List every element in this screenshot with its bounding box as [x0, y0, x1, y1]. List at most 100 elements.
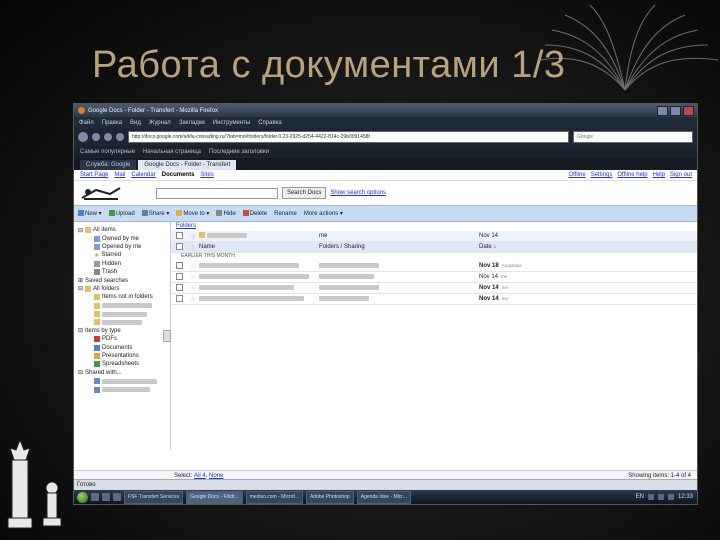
taskbar-button[interactable]: Agenda Idee - Micr...	[356, 490, 411, 504]
link-offline-help[interactable]: Offline help	[617, 172, 647, 178]
quicklaunch-icon[interactable]	[102, 493, 110, 501]
maximize-button[interactable]	[670, 105, 681, 116]
select-all-link[interactable]: All 4	[194, 473, 206, 479]
quicklaunch-icon[interactable]	[113, 493, 121, 501]
select-none-link[interactable]: None	[209, 473, 223, 479]
minimize-button[interactable]	[657, 105, 668, 116]
sidebar-item-shared-with[interactable]: ⊟ Shared with...	[74, 369, 170, 377]
docs-search-input[interactable]	[156, 187, 278, 199]
tab-google-docs[interactable]: Google Docs - Folder - Transfert	[138, 160, 237, 170]
row-checkbox[interactable]	[175, 261, 183, 269]
tray-icon[interactable]	[647, 494, 654, 500]
menu-view[interactable]: Вид	[130, 120, 141, 126]
star-icon[interactable]: ☆	[187, 263, 199, 270]
breadcrumb[interactable]: Folders	[171, 222, 697, 231]
home-button[interactable]	[116, 133, 124, 141]
browser-search-input[interactable]: Google	[573, 131, 693, 143]
sidebar-item-items-not-in-folders[interactable]: Items not in folders	[74, 293, 170, 301]
file-editor: Anastasia	[501, 263, 522, 268]
menu-help[interactable]: Справка	[258, 120, 282, 126]
sidebar-item-starred[interactable]: ★ Starred	[74, 251, 170, 259]
back-button[interactable]	[78, 132, 88, 142]
folder-row[interactable]: ☆ me Nov 14	[171, 231, 697, 242]
sidebar-item-pdfs[interactable]: PDFs	[74, 335, 170, 343]
link-calendar[interactable]: Calendar	[131, 172, 155, 178]
search-docs-button[interactable]: Search Docs	[282, 187, 327, 199]
volume-icon[interactable]	[667, 494, 674, 500]
url-field[interactable]: http://docs.google.com/a/kfu-consulting.…	[128, 131, 569, 143]
table-row[interactable]: ☆ Nov 14 me	[171, 272, 697, 283]
move-to-button[interactable]: Move to ▾	[176, 210, 209, 217]
column-name[interactable]: Name	[199, 244, 319, 250]
bookmark-home[interactable]: Начальная страница	[143, 149, 201, 155]
rename-button[interactable]: Rename	[274, 211, 297, 217]
sidebar-item-saved-searches[interactable]: ⊞ Saved searches	[74, 276, 170, 285]
upload-button[interactable]: Upload	[108, 210, 135, 217]
row-checkbox[interactable]	[175, 272, 183, 280]
taskbar-button[interactable]: Google Docs - Foldr...	[186, 490, 243, 504]
sidebar-item-folder[interactable]	[74, 310, 170, 318]
link-start-page[interactable]: Start Page	[80, 172, 108, 178]
sidebar-item-hidden[interactable]: Hidden	[74, 260, 170, 268]
taskbar-button[interactable]: FSF Transfert Services	[124, 490, 184, 504]
sidebar-resize-handle[interactable]	[163, 330, 171, 342]
taskbar-button[interactable]: Adobe Photoshop	[305, 490, 354, 504]
delete-button[interactable]: Delete	[242, 210, 267, 217]
star-icon[interactable]: ☆	[187, 274, 199, 281]
menu-file[interactable]: Файл	[79, 120, 94, 126]
reload-button[interactable]	[104, 133, 112, 141]
show-search-options-link[interactable]: Show search options	[330, 190, 386, 196]
table-row[interactable]: ☆ Nov 18 Anastasia	[171, 261, 697, 272]
star-icon[interactable]: ☆	[187, 233, 199, 240]
row-checkbox[interactable]	[175, 294, 183, 302]
sidebar-item-contact[interactable]	[74, 377, 170, 385]
menu-edit[interactable]: Правка	[102, 120, 122, 126]
row-checkbox[interactable]	[175, 231, 183, 239]
more-actions-button[interactable]: More actions ▾	[304, 210, 343, 217]
sidebar-item-contact[interactable]	[74, 385, 170, 393]
language-indicator[interactable]: EN	[636, 494, 644, 500]
sidebar-item-all-folders[interactable]: ⊟ All folders	[74, 285, 170, 293]
blurred-text	[102, 311, 147, 317]
taskbar-button[interactable]: mediso.com - Microf...	[245, 490, 303, 504]
link-offline[interactable]: Offline	[568, 172, 585, 178]
link-sign-out[interactable]: Sign out	[670, 172, 692, 178]
bookmark-latest-headlines[interactable]: Последние заголовки	[209, 149, 269, 155]
sidebar-item-items-by-type[interactable]: ⊟ Items by type	[74, 327, 170, 335]
hide-button[interactable]: Hide	[216, 210, 236, 217]
clock[interactable]: 12:33	[678, 494, 693, 500]
sidebar-item-documents[interactable]: Documents	[74, 343, 170, 351]
start-button[interactable]	[77, 491, 88, 503]
link-sites[interactable]: Sites	[200, 172, 213, 178]
tray-icon[interactable]	[657, 494, 664, 500]
quicklaunch-icon[interactable]	[91, 493, 99, 501]
sidebar-item-trash[interactable]: Trash	[74, 268, 170, 276]
menu-tools[interactable]: Инструменты	[213, 120, 250, 126]
star-icon[interactable]: ☆	[187, 285, 199, 292]
link-help[interactable]: Help	[653, 172, 665, 178]
sidebar-item-presentations[interactable]: Presentations	[74, 352, 170, 360]
sidebar-item-folder[interactable]	[74, 302, 170, 310]
table-row[interactable]: ☆ Nov 14 me	[171, 294, 697, 305]
sidebar-item-owned-by-me[interactable]: Owned by me	[74, 234, 170, 242]
menu-bookmarks[interactable]: Закладки	[179, 120, 205, 126]
star-icon[interactable]: ☆	[187, 296, 199, 303]
share-button[interactable]: Share ▾	[141, 210, 169, 217]
forward-button[interactable]	[92, 133, 100, 141]
new-button[interactable]: New ▾	[78, 210, 102, 217]
row-checkbox[interactable]	[175, 283, 183, 291]
column-sharing[interactable]: Folders / Sharing	[319, 244, 479, 250]
link-mail[interactable]: Mail	[114, 172, 125, 178]
link-settings[interactable]: Settings	[591, 172, 613, 178]
sidebar-item-folder[interactable]	[74, 318, 170, 326]
tab-google-service[interactable]: Служба: Google	[80, 160, 137, 170]
bookmark-most-visited[interactable]: Самые популярные	[80, 149, 135, 155]
sidebar-item-opened-by-me[interactable]: Opened by me	[74, 243, 170, 251]
table-row[interactable]: ☆ Nov 14 me	[171, 283, 697, 294]
column-date[interactable]: Date ↓	[479, 244, 697, 250]
menu-history[interactable]: Журнал	[149, 120, 171, 126]
sidebar-item-all-items[interactable]: ⊟ All items	[74, 226, 170, 234]
select-all-checkbox[interactable]	[175, 242, 183, 250]
close-button[interactable]	[683, 105, 694, 116]
sidebar-item-spreadsheets[interactable]: Spreadsheets	[74, 360, 170, 368]
